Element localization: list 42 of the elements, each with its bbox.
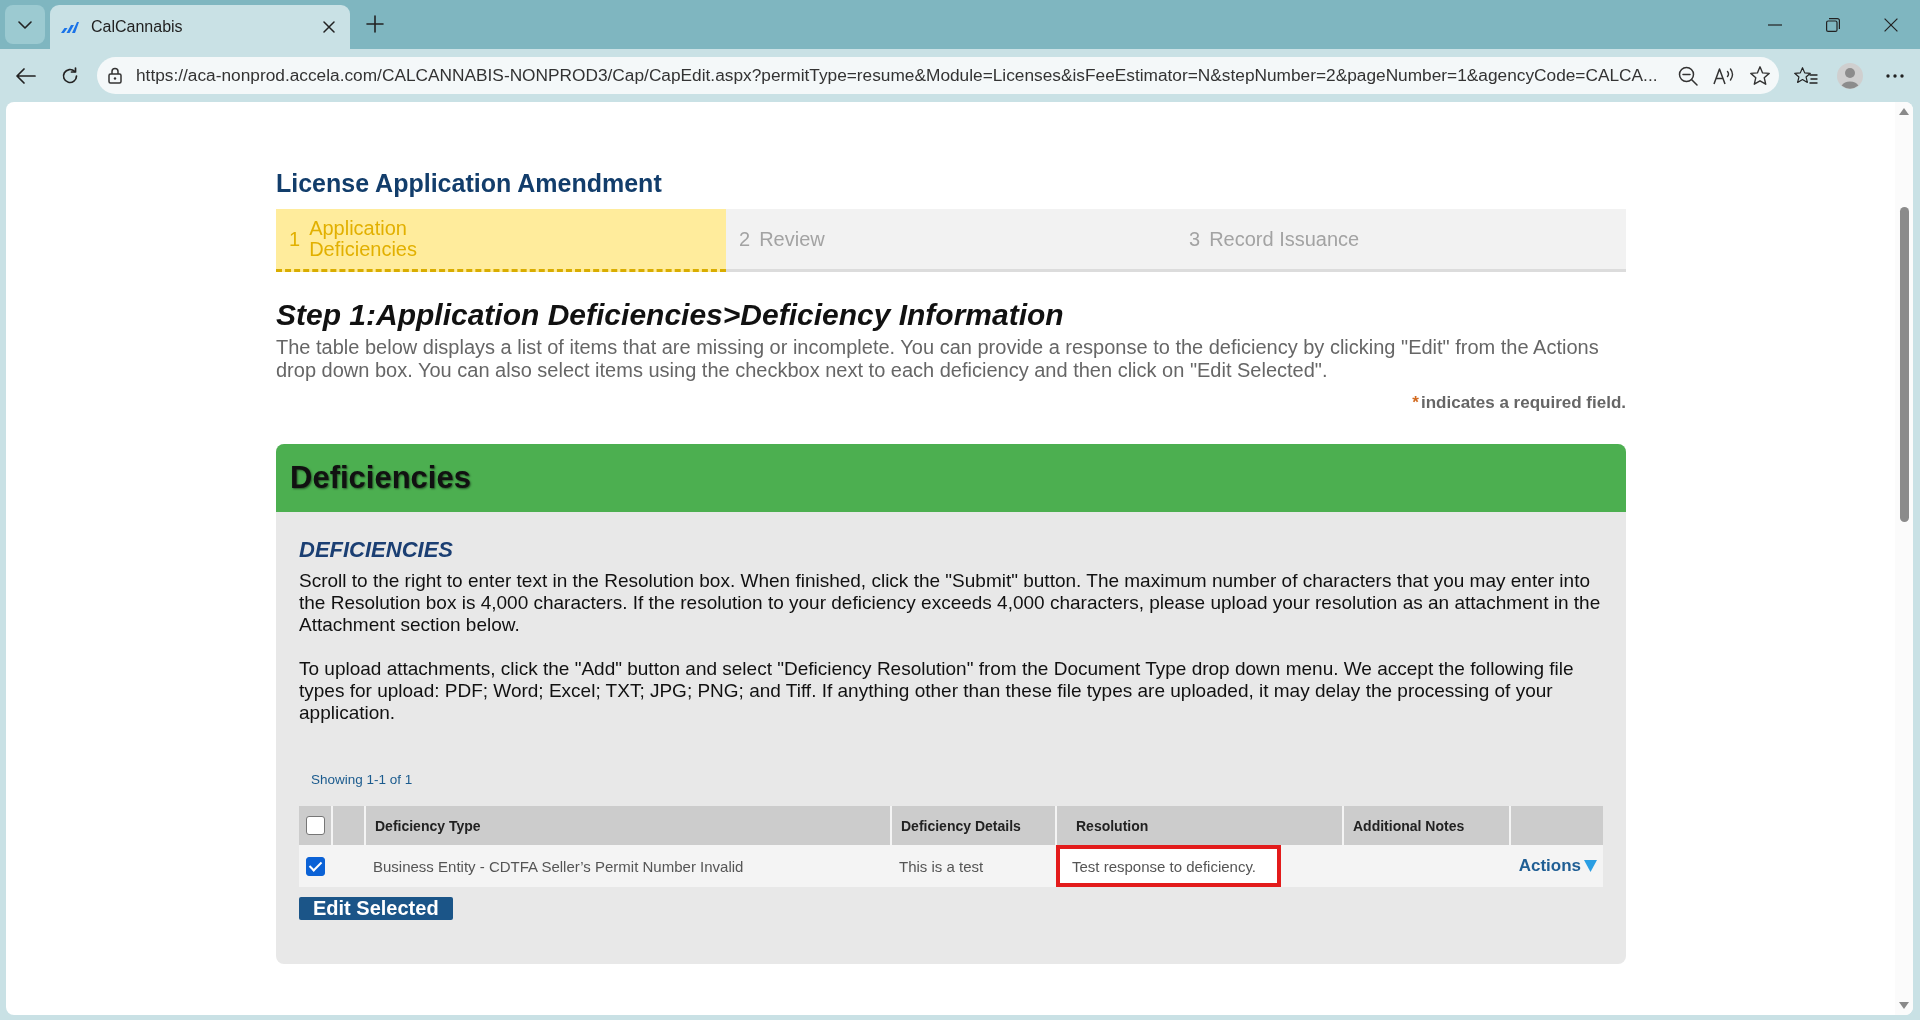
scrollbar-thumb[interactable] — [1899, 207, 1909, 522]
scroll-up-icon[interactable] — [1899, 108, 1909, 115]
star-icon[interactable] — [1750, 66, 1770, 85]
resolution-field[interactable]: Test response to deficiency. — [1056, 845, 1281, 887]
more-icon[interactable] — [1886, 73, 1904, 78]
zoom-out-icon[interactable] — [1678, 65, 1698, 86]
triangle-down-icon — [1584, 860, 1597, 872]
row-checkbox[interactable] — [306, 856, 325, 876]
restore-icon[interactable] — [1826, 17, 1840, 32]
scroll-down-icon[interactable] — [1899, 1002, 1909, 1009]
panel-title-bar: Deficiencies — [276, 444, 1626, 512]
step-heading: Step 1:Application Deficiencies>Deficiency Information — [276, 297, 1065, 333]
instructions-paragraph: To upload attachments, click the "Add" button and select "Deficiency Resolution" from the Document Type drop down menu. We accept the following file types for upload: PDF; Word; Excel; TXT; JPG; PNG; and Tiff. If anything other than these file types are uploaded, it may delay the processing of your application. — [299, 658, 1575, 724]
lock-icon[interactable] — [108, 67, 122, 84]
select-all-checkbox[interactable] — [305, 816, 325, 835]
table-cell: This is a test — [891, 845, 1056, 887]
progress-step: 3 Record Issuance — [1176, 209, 1626, 272]
plus-icon[interactable] — [366, 15, 384, 33]
progress-step: 2 Review — [726, 209, 1176, 272]
table-cell: Business Entity - CDTFA Seller’s Permit Number Invalid — [365, 845, 891, 887]
close-icon[interactable] — [1884, 17, 1898, 32]
column-header: Additional Notes — [1343, 806, 1510, 845]
minimize-icon[interactable] — [1768, 23, 1782, 26]
column-header: Deficiency Type — [365, 806, 891, 845]
edit-selected-button[interactable]: Edit Selected — [299, 897, 453, 920]
instructions-paragraph: Scroll to the right to enter text in the Resolution box. When finished, click the "Submit" button. The maximum number of characters that you may enter into the Resolution box is 4,000 characters. If the resolution to your deficiency exceeds 4,000 characters, please upload your resolution as an attachment in the Attachment section below. — [299, 570, 1602, 636]
favorites-icon[interactable] — [1794, 66, 1818, 85]
read-aloud-icon[interactable] — [1713, 66, 1735, 85]
page-title: License Application Amendment — [276, 168, 663, 199]
section-subtitle: DEFICIENCIES — [299, 536, 455, 564]
back-arrow-icon[interactable] — [16, 67, 36, 84]
chevron-down-icon[interactable] — [18, 20, 32, 29]
browser-tab[interactable]: CalCannabis — [50, 5, 350, 49]
slanted-bars-icon — [61, 21, 79, 33]
column-header: Resolution — [1056, 806, 1343, 845]
required-field-note: *indicates a required field. — [1411, 392, 1626, 414]
column-header: Deficiency Details — [891, 806, 1056, 845]
address-bar[interactable]: https://aca-nonprod.accela.com/CALCANNABIS-NONPROD3/Cap/CapEdit.aspx?permitType=resume&Module=Licenses&isFeeEstimator=N&stepNumber=2&pageNumber=1&agencyCode=CALCA... — [97, 57, 1779, 94]
instructions-text: The table below displays a list of items that are missing or incomplete. You can provide a response to the deficiency by clicking "Edit" from the Actions drop down box. You can also select items using the checkbox next to each deficiency and then click on "Edit Selected". — [276, 336, 1600, 382]
pagination-text: Showing 1-1 of 1 — [311, 772, 414, 788]
reload-icon[interactable] — [61, 66, 79, 85]
close-icon[interactable] — [323, 21, 335, 33]
